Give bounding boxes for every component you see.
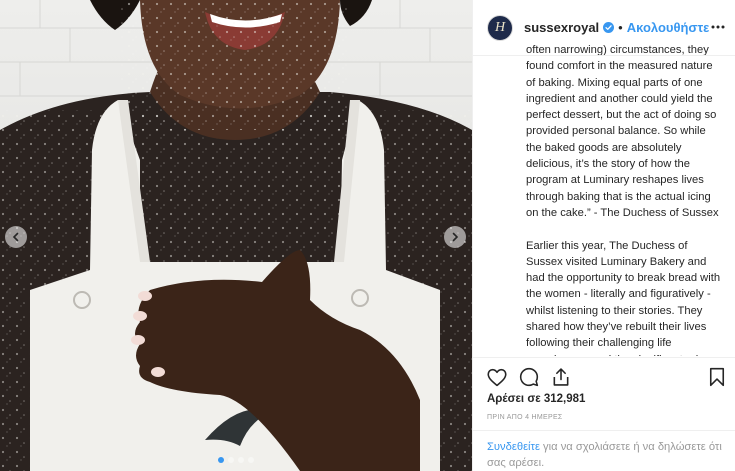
- caption-text: often narrowing) circumstances, they fou…: [526, 42, 722, 356]
- action-icons-row: [485, 365, 729, 389]
- share-button[interactable]: [549, 365, 573, 389]
- more-options-icon: [711, 25, 725, 29]
- avatar-monogram: H: [494, 19, 506, 35]
- likes-count[interactable]: Αρέσει σε 312,981: [487, 393, 585, 405]
- header-separator: •: [618, 20, 623, 35]
- login-link[interactable]: Συνδεθείτε: [487, 441, 540, 453]
- caption-scroll-area[interactable]: often narrowing) circumstances, they fou…: [473, 40, 735, 356]
- carousel-indicator: [0, 457, 472, 463]
- carousel-dot: [248, 457, 254, 463]
- previous-slide-button[interactable]: [5, 226, 27, 248]
- post-actions: Αρέσει σε 312,981 ΠΡΙΝ ΑΠΟ 4 ΗΜΕΡΕΣ Συνδ…: [473, 357, 735, 471]
- username-link[interactable]: sussexroyal: [524, 20, 599, 35]
- save-button[interactable]: [705, 365, 729, 389]
- caption-paragraph: often narrowing) circumstances, they fou…: [526, 44, 719, 219]
- verified-badge-icon: [603, 22, 615, 33]
- heart-icon: [487, 368, 507, 386]
- login-prompt: Συνδεθείτε για να σχολιάσετε ή να δηλώσε…: [473, 430, 735, 471]
- carousel-dot: [228, 457, 234, 463]
- carousel-dot: [218, 457, 224, 463]
- bookmark-icon: [709, 367, 725, 387]
- chevron-left-icon: [12, 232, 19, 242]
- chevron-right-icon: [452, 232, 459, 242]
- share-icon: [553, 368, 569, 386]
- post-side-panel: often narrowing) circumstances, they fou…: [472, 0, 735, 471]
- follow-button[interactable]: Ακολουθήστε: [627, 20, 710, 35]
- more-options-button[interactable]: [710, 19, 726, 35]
- caption-paragraph: Earlier this year, The Duchess of Sussex…: [526, 239, 721, 356]
- carousel-dot: [238, 457, 244, 463]
- comment-button[interactable]: [517, 365, 541, 389]
- like-button[interactable]: [485, 365, 509, 389]
- post-photo: [0, 0, 472, 471]
- comment-icon: [519, 367, 539, 387]
- avatar[interactable]: H: [487, 14, 513, 41]
- post-timestamp[interactable]: ΠΡΙΝ ΑΠΟ 4 ΗΜΕΡΕΣ: [487, 414, 563, 421]
- next-slide-button[interactable]: [444, 226, 466, 248]
- post-header: H sussexroyal • Ακολουθήστε: [473, 0, 735, 56]
- baker-photo-illustration: [0, 0, 472, 471]
